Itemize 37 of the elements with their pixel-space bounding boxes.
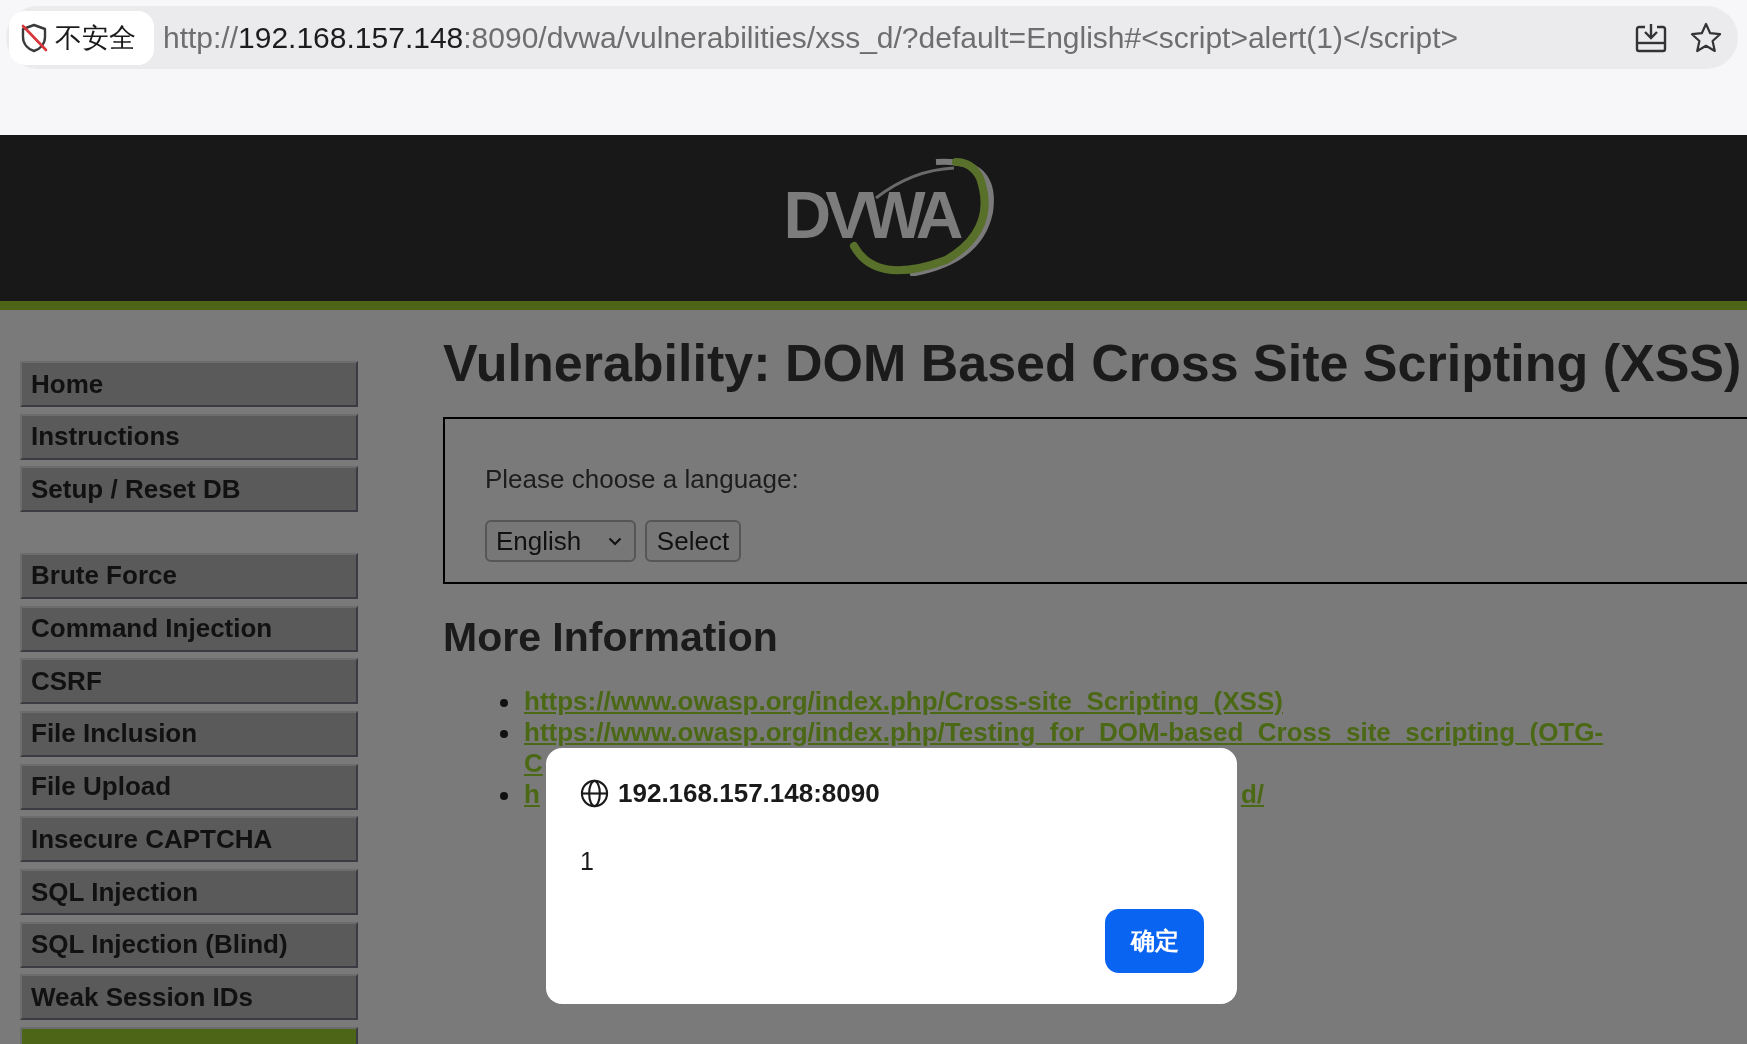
bullet-icon — [500, 792, 508, 800]
link[interactable]: https://www.owasp.org/index.php/Cross-site_Scripting_(XSS) — [524, 688, 1283, 715]
site-logo: DVWA — [783, 154, 996, 276]
sidebar-item[interactable]: Home — [20, 361, 358, 407]
sidebar-item[interactable]: Brute Force — [20, 552, 358, 599]
page-title: Vulnerability: DOM Based Cross Site Scripting (XSS) — [443, 333, 1743, 394]
confirm-button[interactable]: 确定 — [1105, 909, 1204, 973]
star-icon[interactable] — [1690, 21, 1722, 54]
dialog-title: 192.168.157.148:8090 — [618, 777, 880, 809]
sidebar-item[interactable]: File Inclusion — [20, 710, 358, 757]
language-select[interactable]: English — [485, 520, 636, 562]
dialog-message: 1 — [580, 846, 594, 876]
url-text: http://192.168.157.148:8090/dvwa/vulnerabilities/xss_d/?default=English#<script>alert(1)</script> — [163, 20, 1459, 55]
link[interactable]: d/ — [1240, 781, 1264, 808]
download-icon[interactable] — [1634, 21, 1668, 54]
bullet-icon — [500, 699, 508, 707]
sidebar-item[interactable]: SQL Injection (Blind) — [20, 921, 358, 968]
section-heading: More Information — [443, 613, 779, 661]
site-info-button[interactable]: 不安全 — [9, 10, 154, 65]
shield-slash-icon — [20, 22, 48, 53]
sidebar-item[interactable]: Insecure CAPTCHA — [20, 816, 358, 863]
globe-icon — [580, 778, 609, 808]
link[interactable]: https://www.owasp.org/index.php/Testing_for_DOM-based_Cross_site_scripting_(OTG- — [524, 719, 1604, 746]
bullet-icon — [500, 730, 508, 738]
sidebar-item[interactable]: SQL Injection — [20, 869, 358, 915]
address-bar[interactable]: 不安全 http://192.168.157.148:8090/dvwa/vulnerabilities/xss_d/?default=English#<script>alert(1)</script> — [6, 6, 1738, 69]
sidebar-item[interactable]: Instructions — [20, 413, 358, 460]
sidebar-item[interactable]: Command Injection — [20, 605, 358, 652]
sidebar-item[interactable]: CSRF — [20, 658, 358, 705]
chevron-down-icon — [608, 536, 622, 546]
language-prompt: Please choose a language: — [485, 464, 799, 494]
sidebar-item[interactable]: Setup / Reset DB — [20, 466, 358, 513]
link[interactable]: C — [524, 750, 543, 777]
sidebar-item[interactable]: File Upload — [20, 763, 358, 810]
link[interactable]: h — [524, 781, 540, 808]
sidebar-item[interactable]: Weak Session IDs — [20, 974, 358, 1021]
select-button[interactable]: Select — [645, 520, 741, 562]
